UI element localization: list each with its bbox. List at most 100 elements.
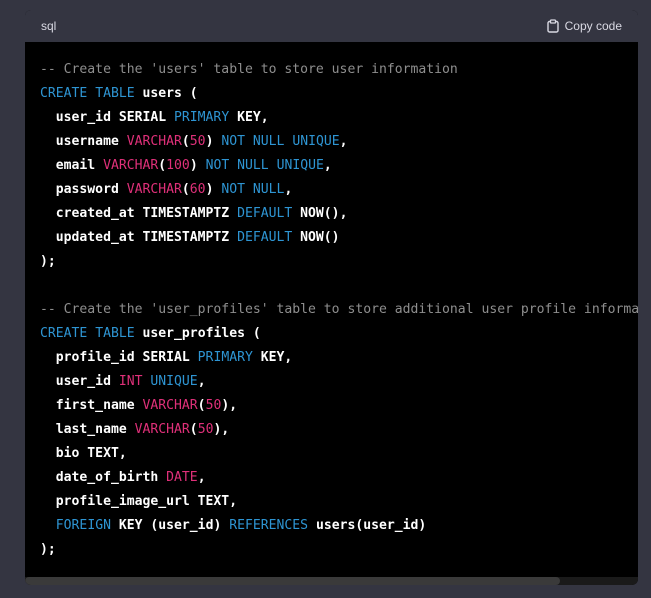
- code-text: user_id: [40, 374, 119, 389]
- code-number: 50: [205, 398, 222, 413]
- code-number: 100: [166, 158, 190, 173]
- code-keyword: PRIMARY: [197, 350, 253, 365]
- code-line: email VARCHAR(100) NOT NULL UNIQUE,: [40, 154, 638, 178]
- scrollbar-thumb[interactable]: [25, 577, 560, 585]
- code-keyword: TABLE: [95, 86, 135, 101]
- code-keyword: UNIQUE: [150, 374, 198, 389]
- code-text: NOW(): [292, 230, 340, 245]
- code-keyword: TABLE: [95, 326, 135, 341]
- code-keyword: PRIMARY: [174, 110, 230, 125]
- code-keyword: UNIQUE: [292, 134, 340, 149]
- code-line: );: [40, 250, 638, 274]
- code-keyword: FOREIGN: [55, 518, 111, 533]
- code-text: bio TEXT,: [40, 446, 127, 461]
- code-line: user_id SERIAL PRIMARY KEY,: [40, 106, 638, 130]
- code-keyword: DEFAULT: [237, 230, 293, 245]
- code-type: VARCHAR: [126, 182, 182, 197]
- code-text: created_at TIMESTAMPTZ: [40, 206, 238, 221]
- code-text: users (: [134, 86, 198, 101]
- code-text: ): [205, 134, 222, 149]
- code-line: bio TEXT,: [40, 442, 638, 466]
- copy-code-button[interactable]: Copy code: [546, 19, 622, 33]
- code-text: );: [40, 254, 56, 269]
- code-number: 60: [189, 182, 206, 197]
- code-text: ),: [221, 398, 238, 413]
- code-number: 50: [189, 134, 206, 149]
- code-text: KEY,: [252, 350, 293, 365]
- code-keyword: NULL: [252, 134, 285, 149]
- code-text: ,: [339, 134, 348, 149]
- code-text: email: [40, 158, 104, 173]
- code-text: ): [205, 182, 222, 197]
- code-line: );: [40, 538, 638, 562]
- code-number: 50: [197, 422, 214, 437]
- code-text: last_name: [40, 422, 135, 437]
- code-type: VARCHAR: [142, 398, 198, 413]
- code-line: CREATE TABLE users (: [40, 82, 638, 106]
- code-keyword: NULL: [252, 182, 285, 197]
- code-line: first_name VARCHAR(50),: [40, 394, 638, 418]
- code-line: last_name VARCHAR(50),: [40, 418, 638, 442]
- code-text: (: [197, 398, 206, 413]
- code-type: VARCHAR: [103, 158, 159, 173]
- code-body[interactable]: -- Create the 'users' table to store use…: [25, 42, 638, 585]
- code-keyword: REFERENCES: [229, 518, 309, 533]
- code-comment: -- Create the 'users' table to store use…: [40, 62, 458, 77]
- code-keyword: NOT: [221, 134, 246, 149]
- code-text: (: [181, 182, 190, 197]
- code-line: -- Create the 'user_profiles' table to s…: [40, 298, 638, 322]
- code-text: ,: [284, 182, 293, 197]
- code-comment: -- Create the 'user_profiles' table to s…: [40, 302, 638, 317]
- code-text: ,: [323, 158, 332, 173]
- code-line: FOREIGN KEY (user_id) REFERENCES users(u…: [40, 514, 638, 538]
- code-line: created_at TIMESTAMPTZ DEFAULT NOW(),: [40, 202, 638, 226]
- code-keyword: UNIQUE: [276, 158, 324, 173]
- code-content: -- Create the 'users' table to store use…: [40, 58, 638, 562]
- code-text: KEY,: [229, 110, 269, 125]
- code-line: -- Create the 'users' table to store use…: [40, 58, 638, 82]
- code-line: CREATE TABLE user_profiles (: [40, 322, 638, 346]
- code-keyword: NOT: [205, 158, 230, 173]
- code-text: profile_id SERIAL: [40, 350, 198, 365]
- code-line: updated_at TIMESTAMPTZ DEFAULT NOW(): [40, 226, 638, 250]
- code-keyword: DEFAULT: [237, 206, 293, 221]
- code-text: ,: [197, 374, 206, 389]
- code-text: profile_image_url TEXT,: [40, 494, 238, 509]
- code-text: ),: [213, 422, 230, 437]
- code-line: profile_image_url TEXT,: [40, 490, 638, 514]
- code-block: sql Copy code -- Create the 'users' tabl…: [25, 10, 638, 585]
- code-text: NOW(),: [292, 206, 348, 221]
- code-text: ): [189, 158, 206, 173]
- code-text: first_name: [40, 398, 143, 413]
- code-line: date_of_birth DATE,: [40, 466, 638, 490]
- horizontal-scrollbar[interactable]: [25, 577, 638, 585]
- code-text: KEY (user_id): [110, 518, 230, 533]
- code-text: (: [158, 158, 167, 173]
- code-type: VARCHAR: [134, 422, 190, 437]
- code-line: user_id INT UNIQUE,: [40, 370, 638, 394]
- code-text: (: [189, 422, 198, 437]
- code-keyword: CREATE: [40, 86, 88, 101]
- code-type: DATE: [166, 470, 198, 485]
- code-text: updated_at TIMESTAMPTZ: [40, 230, 238, 245]
- code-type: VARCHAR: [126, 134, 182, 149]
- code-type: INT: [118, 374, 143, 389]
- code-text: users(user_id): [308, 518, 427, 533]
- code-line: profile_id SERIAL PRIMARY KEY,: [40, 346, 638, 370]
- code-line: password VARCHAR(60) NOT NULL,: [40, 178, 638, 202]
- code-keyword: NULL: [237, 158, 269, 173]
- code-keyword: NOT: [221, 182, 246, 197]
- code-text: username: [40, 134, 127, 149]
- copy-code-label: Copy code: [564, 19, 622, 33]
- clipboard-icon: [546, 19, 559, 33]
- code-text: (: [181, 134, 190, 149]
- code-block-header: sql Copy code: [25, 10, 638, 42]
- code-keyword: CREATE: [40, 326, 88, 341]
- code-text: password: [40, 182, 127, 197]
